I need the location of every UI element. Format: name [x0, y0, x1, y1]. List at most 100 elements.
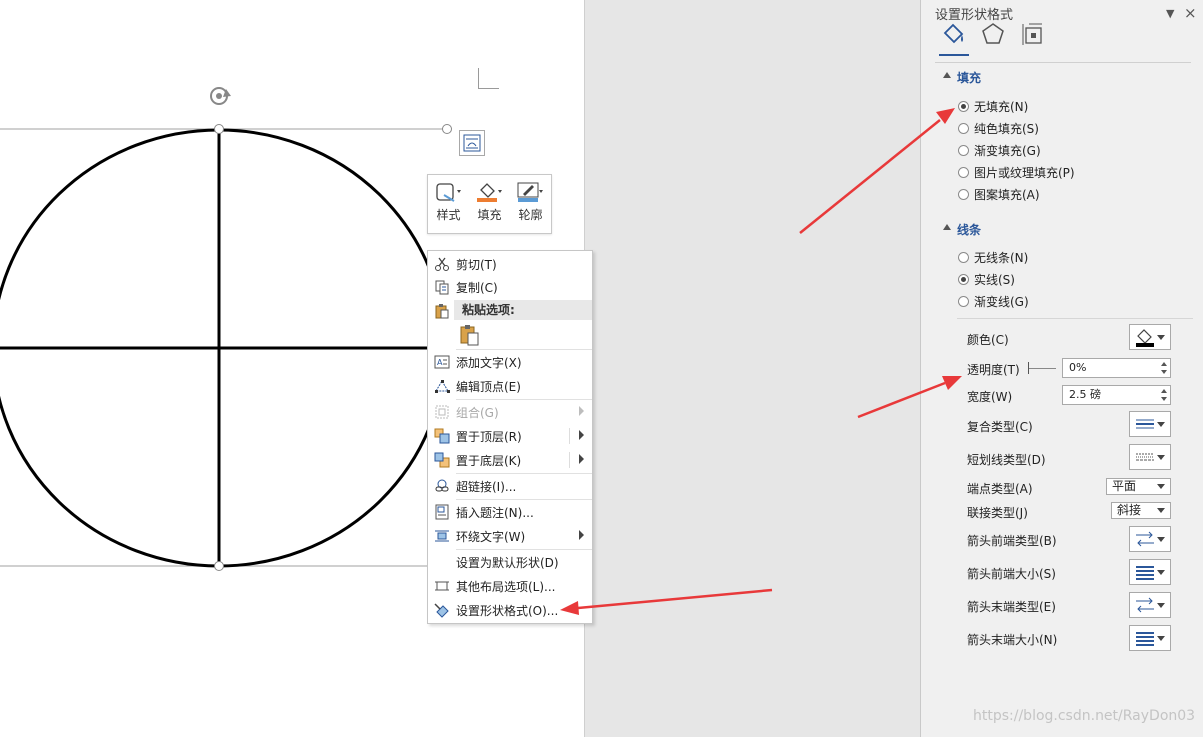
cap-type-value: 平面	[1112, 479, 1137, 493]
edit-points-icon	[435, 380, 450, 393]
menu-item-copy[interactable]: 复制(C)	[428, 276, 592, 298]
style-button[interactable]: 样式	[428, 175, 469, 233]
end-arrow-size-dropdown[interactable]	[1129, 625, 1171, 651]
paste-icon	[428, 300, 456, 322]
end-arrow-type-dropdown[interactable]	[1129, 592, 1171, 618]
resize-handle-top[interactable]	[214, 124, 224, 134]
menu-item-bring-to-front[interactable]: 置于顶层(R)	[428, 425, 592, 447]
menu-item-hyperlink[interactable]: 超链接(I)...	[428, 475, 592, 497]
fill-section-header[interactable]: 填充	[957, 69, 981, 86]
bring-to-front-icon	[434, 428, 450, 444]
submenu-arrow-icon[interactable]	[579, 430, 584, 440]
radio-button[interactable]	[958, 122, 969, 134]
dash-type-dropdown[interactable]	[1129, 444, 1171, 470]
radio-button[interactable]	[958, 273, 969, 285]
collapse-triangle-icon[interactable]	[943, 72, 951, 78]
radio-pattern-fill[interactable]: 图案填充(A)	[958, 184, 1040, 204]
radio-button[interactable]	[958, 295, 969, 307]
resize-handle-bottom[interactable]	[214, 561, 224, 571]
radio-gradient-fill[interactable]: 渐变填充(G)	[958, 140, 1041, 160]
spin-up-icon[interactable]	[1161, 389, 1167, 393]
radio-label: 实线(S)	[974, 272, 1015, 287]
menu-item-copy-label: 复制(C)	[456, 280, 498, 295]
width-input[interactable]: 2.5 磅	[1062, 385, 1171, 405]
join-type-select[interactable]: 斜接	[1111, 502, 1171, 519]
size-properties-icon	[1022, 23, 1042, 45]
chevron-down-icon	[1157, 422, 1165, 427]
width-label: 宽度(W)	[967, 390, 1013, 404]
line-section-header[interactable]: 线条	[957, 221, 981, 238]
collapse-triangle-icon[interactable]	[943, 224, 951, 230]
menu-item-set-default-shape-label: 设置为默认形状(D)	[456, 555, 559, 570]
radio-label: 纯色填充(S)	[974, 121, 1039, 136]
tab-size-properties[interactable]	[1019, 20, 1047, 48]
menu-separator	[456, 549, 592, 550]
pane-options-dropdown-icon[interactable]: ▼	[1166, 7, 1174, 20]
menu-item-set-default-shape[interactable]: 设置为默认形状(D)	[428, 551, 592, 573]
menu-item-bring-to-front-label: 置于顶层(R)	[456, 429, 522, 444]
arrow-type-icon	[1136, 597, 1154, 613]
begin-arrow-size-dropdown[interactable]	[1129, 559, 1171, 585]
tab-effects[interactable]	[979, 20, 1007, 48]
transparency-slider[interactable]	[1028, 362, 1056, 374]
outline-button[interactable]: 轮廓	[510, 175, 551, 233]
layout-options-icon	[435, 581, 449, 591]
menu-item-group-label: 组合(G)	[456, 405, 499, 420]
radio-gradient-line[interactable]: 渐变线(G)	[958, 291, 1029, 311]
radio-no-fill[interactable]: 无填充(N)	[958, 96, 1028, 116]
menu-item-wrap-text[interactable]: 环绕文字(W)	[428, 525, 592, 547]
send-to-back-icon	[434, 452, 450, 468]
width-value: 2.5 磅	[1069, 388, 1101, 401]
outline-label: 轮廓	[518, 208, 543, 222]
begin-arrow-type-dropdown[interactable]	[1129, 526, 1171, 552]
menu-item-cut[interactable]: 剪切(T)	[428, 253, 592, 275]
paint-bucket-icon	[943, 23, 964, 44]
paste-clipboard-icon	[460, 325, 479, 346]
chevron-down-icon	[1157, 570, 1165, 575]
radio-no-line[interactable]: 无线条(N)	[958, 247, 1028, 267]
radio-solid-fill[interactable]: 纯色填充(S)	[958, 118, 1039, 138]
radio-picture-texture-fill[interactable]: 图片或纹理填充(P)	[958, 162, 1075, 182]
radio-button[interactable]	[958, 188, 969, 200]
tab-fill-line[interactable]	[939, 20, 967, 48]
menu-item-group[interactable]: 组合(G)	[428, 401, 592, 423]
resize-handle-top-right[interactable]	[442, 124, 452, 134]
spin-down-icon[interactable]	[1161, 397, 1167, 401]
menu-item-more-layout-options[interactable]: 其他布局选项(L)...	[428, 575, 592, 597]
paint-bucket-icon	[476, 183, 502, 202]
radio-button[interactable]	[958, 166, 969, 178]
spin-up-icon[interactable]	[1161, 362, 1167, 366]
close-icon[interactable]: ×	[1184, 4, 1197, 22]
chevron-down-icon	[1157, 603, 1165, 608]
cap-type-select[interactable]: 平面	[1106, 478, 1171, 495]
shape-style-icon	[435, 183, 461, 202]
submenu-arrow-icon[interactable]	[579, 454, 584, 464]
format-shape-icon	[434, 603, 449, 618]
fill-button[interactable]: 填充	[469, 175, 510, 233]
mini-toolbar: 样式 填充 轮廓	[427, 174, 552, 234]
layout-options-button[interactable]	[459, 130, 485, 156]
menu-item-format-shape[interactable]: 设置形状格式(O)...	[428, 599, 592, 621]
radio-button[interactable]	[958, 251, 969, 263]
begin-arrow-type-label: 箭头前端类型(B)	[967, 534, 1057, 548]
radio-solid-line[interactable]: 实线(S)	[958, 269, 1015, 289]
menu-item-edit-points[interactable]: 编辑顶点(E)	[428, 375, 592, 397]
pen-outline-icon	[517, 182, 543, 202]
paste-keep-format-button[interactable]	[458, 323, 482, 347]
cap-type-label: 端点类型(A)	[967, 482, 1033, 496]
compound-type-dropdown[interactable]	[1129, 411, 1171, 437]
compound-lines-icon	[1136, 419, 1154, 429]
rotate-handle-icon[interactable]	[210, 87, 231, 105]
spin-down-icon[interactable]	[1161, 370, 1167, 374]
fill-label: 填充	[477, 208, 502, 222]
menu-separator	[456, 399, 592, 400]
transparency-input[interactable]: 0%	[1062, 358, 1171, 378]
radio-button[interactable]	[958, 100, 969, 112]
menu-item-send-to-back[interactable]: 置于底层(K)	[428, 449, 592, 471]
pentagon-effects-icon	[982, 23, 1004, 44]
radio-button[interactable]	[958, 144, 969, 156]
line-color-picker[interactable]	[1129, 324, 1171, 350]
menu-item-insert-caption[interactable]: 插入题注(N)...	[428, 501, 592, 523]
watermark: https://blog.csdn.net/RayDon03	[973, 708, 1196, 724]
menu-item-add-text[interactable]: A 添加文字(X)	[428, 351, 592, 373]
